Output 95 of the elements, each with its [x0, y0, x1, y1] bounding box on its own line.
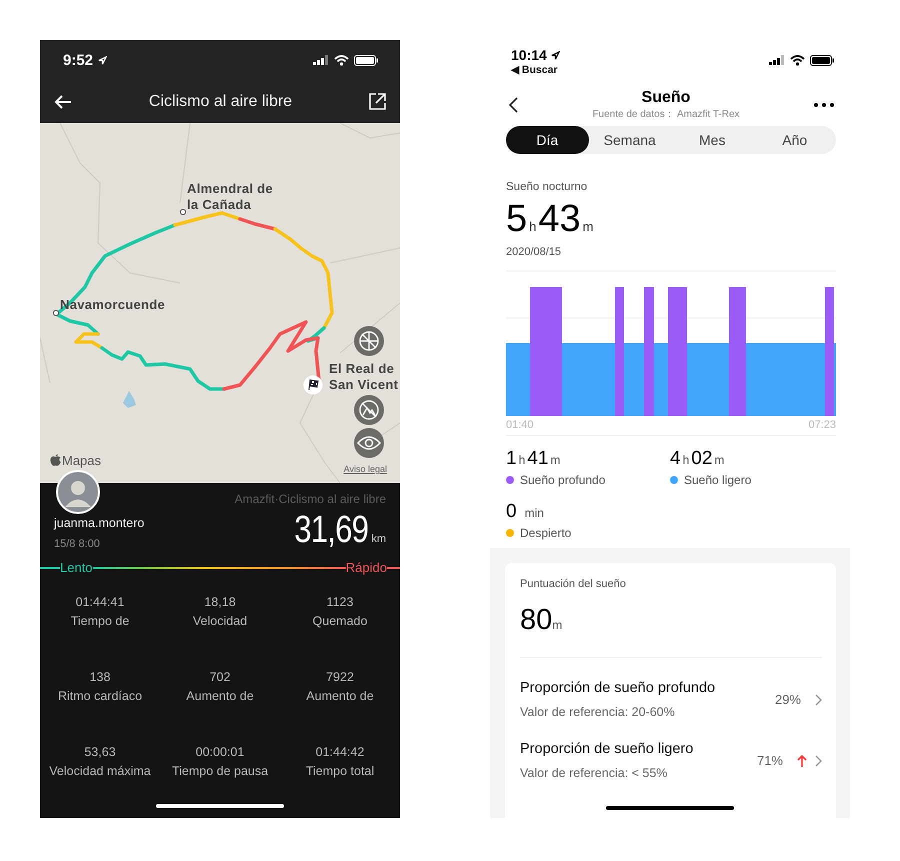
hours-unit: h — [529, 219, 536, 234]
stat-label: Quemado — [312, 614, 368, 628]
avatar-icon — [56, 470, 100, 514]
map-attribution: Mapas — [62, 453, 102, 468]
chevron-right-icon — [815, 754, 822, 766]
minutes-unit: m — [550, 453, 560, 467]
stat-value: 18,18 — [204, 595, 236, 609]
location-icon — [98, 56, 108, 64]
view-toggle-button[interactable] — [354, 428, 384, 458]
minutes-unit: min — [524, 506, 544, 520]
duration-value: 0 — [506, 501, 517, 523]
stat-value: 53,63 — [84, 745, 116, 759]
ratio-row[interactable]: Proporción de sueño ligero Valor de referencia: < 55% 71% — [520, 719, 822, 780]
ratio-row[interactable]: Proporción de sueño profundo Valor de referencia: 20-60% 29% — [520, 658, 822, 719]
reference-range: Valor de referencia: < 55% — [520, 766, 668, 780]
wifi-icon — [790, 55, 805, 66]
chevron-right-icon — [815, 694, 822, 706]
stage-label: Sueño profundo — [520, 473, 606, 487]
legal-notice-link[interactable]: Aviso legal — [344, 464, 387, 474]
period-tab[interactable]: Día — [506, 126, 588, 154]
lake-icon — [123, 391, 136, 408]
back-arrow-icon[interactable] — [54, 94, 72, 110]
minutes-unit: m — [582, 219, 594, 234]
wifi-icon — [334, 54, 349, 66]
sleep-date: 2020/08/15 — [506, 246, 562, 258]
battery-icon — [810, 55, 834, 66]
data-source-label: Fuente de datos： Amazfit T-Rex — [592, 108, 740, 121]
terrain-off-button[interactable] — [354, 395, 384, 425]
stat-value: 7922 — [326, 670, 354, 684]
logo-icon — [50, 454, 61, 467]
sleep-hours: 5 — [506, 197, 528, 241]
signal-icon — [769, 55, 785, 65]
location-icon — [550, 50, 560, 60]
hours-unit: h — [518, 453, 526, 467]
ratio-title: Proporción de sueño ligero — [520, 741, 694, 757]
chart-end-time: 07:23 — [808, 419, 836, 431]
status-time: 10:14 — [511, 47, 547, 63]
duration-minutes: 02 — [691, 448, 712, 470]
stat-value: 00:00:01 — [196, 745, 244, 759]
sleep-minutes: 43 — [538, 197, 581, 241]
globe-off-icon — [358, 330, 380, 352]
back-to-app-link[interactable]: ◀ Buscar — [511, 63, 560, 76]
more-options-icon[interactable] — [814, 103, 834, 107]
hours-unit: h — [682, 453, 690, 467]
period-tab[interactable]: Año — [754, 126, 836, 154]
stat-value: 01:44:41 — [76, 595, 124, 609]
stat-label: Aumento de — [306, 689, 374, 703]
finish-flag-icon — [303, 375, 323, 395]
period-tab[interactable]: Mes — [671, 126, 754, 154]
chart-start-time: 01:40 — [506, 419, 534, 431]
score-label: Puntuación del sueño — [520, 578, 627, 590]
reference-range: Valor de referencia: 20-60% — [520, 705, 676, 719]
ratio-title: Proporción de sueño profundo — [520, 680, 716, 696]
globe-off-button[interactable] — [354, 326, 384, 356]
duration-minutes: 41 — [527, 448, 548, 470]
eye-icon — [357, 435, 381, 451]
period-tab[interactable]: Semana — [588, 126, 671, 154]
place-label: El Real de San Vicent — [329, 361, 398, 393]
terrain-off-icon — [358, 399, 380, 421]
place-label: Almendral de la Cañada — [187, 181, 273, 213]
distance-unit: km — [371, 533, 386, 545]
stat-label: Tiempo de pausa — [172, 764, 268, 778]
signal-icon — [313, 55, 329, 65]
screen-title: Sueño — [642, 89, 690, 107]
screen-title: Ciclismo al aire libre — [148, 92, 294, 110]
minutes-unit: m — [714, 453, 724, 467]
stat-value: 1123 — [326, 595, 354, 609]
stat-label: Aumento de — [186, 689, 254, 703]
duration-hours: 4 — [670, 448, 681, 470]
activity-date: 15/8 8:00 — [54, 538, 101, 550]
ratio-value: 29% — [774, 692, 801, 707]
battery-icon — [354, 54, 378, 66]
ratio-value: 71% — [756, 753, 783, 768]
fast-label: Rápido — [346, 560, 387, 575]
score-value: 80 — [520, 604, 552, 637]
activity-source: Amazfit·Ciclismo al aire libre — [234, 492, 386, 508]
duration-hours: 1 — [506, 448, 517, 470]
slow-label: Lento — [60, 560, 93, 575]
back-chevron-icon[interactable] — [508, 97, 518, 113]
night-sleep-label: Sueño nocturno — [506, 181, 588, 193]
score-unit: m — [552, 618, 562, 632]
stage-label: Sueño ligero — [684, 473, 752, 487]
stat-label: Tiempo de — [70, 614, 130, 628]
stat-label: Velocidad máxima — [49, 764, 151, 778]
stat-value: 01:44:42 — [316, 745, 364, 759]
stat-value: 138 — [90, 670, 110, 684]
distance-value: 31,69 — [294, 510, 368, 550]
stage-label: Despierto — [520, 526, 572, 540]
share-icon[interactable] — [369, 93, 386, 110]
stat-label: Velocidad — [192, 614, 248, 628]
status-time: 9:52 — [63, 52, 94, 68]
user-name: juanma.montero — [54, 516, 144, 530]
stat-value: 702 — [210, 670, 230, 684]
stat-label: Ritmo cardíaco — [58, 689, 142, 703]
stat-label: Tiempo total — [306, 764, 374, 778]
